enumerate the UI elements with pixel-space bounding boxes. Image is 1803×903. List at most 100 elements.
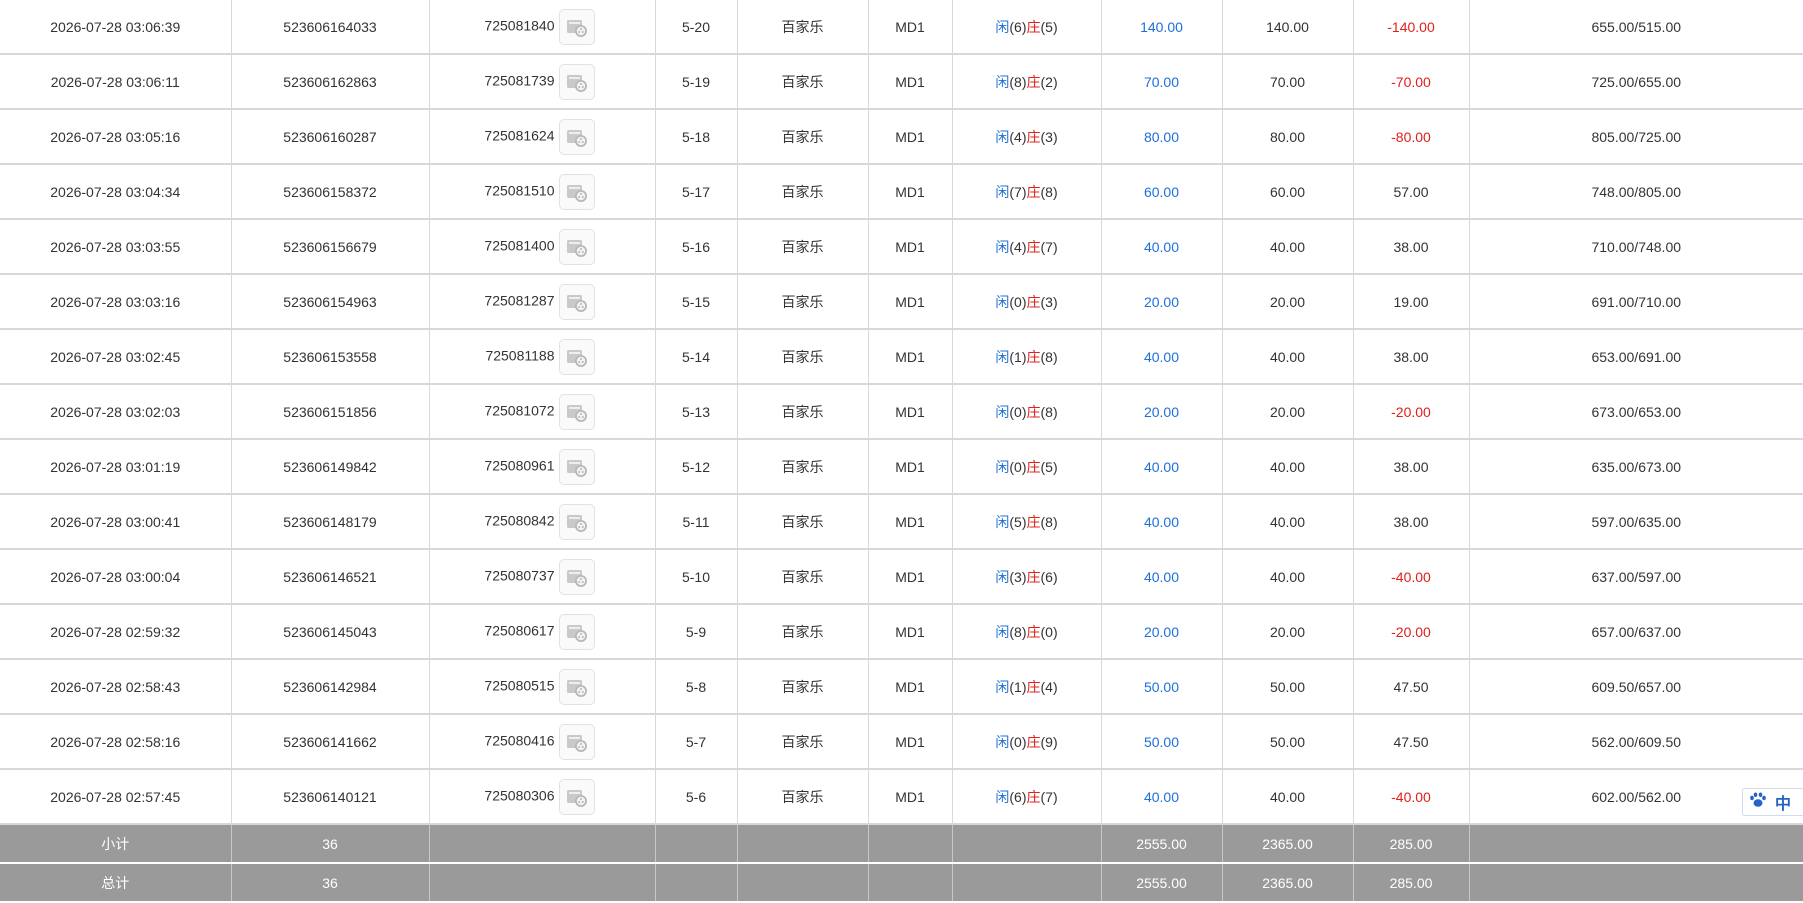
round-id: 725081072 [484,402,555,419]
valid-amount: 40.00 [1221,439,1354,495]
video-replay-icon[interactable] [558,393,595,430]
round-id: 725081840 [484,17,555,34]
win-loss: -140.00 [1352,0,1470,55]
round-cell: 725081188 [428,329,656,385]
bet-time: 2026-07-28 02:58:16 [0,714,232,770]
video-replay-icon[interactable] [558,338,595,375]
win-loss: -40.00 [1352,549,1470,605]
win-loss: -70.00 [1352,54,1470,110]
video-replay-icon[interactable] [558,8,595,45]
win-loss: 38.00 [1352,494,1470,550]
video-replay-icon[interactable] [558,558,595,595]
balance-change: 805.00/725.00 [1468,109,1803,165]
shoe-number: 5-9 [654,604,738,660]
round-cell: 725080842 [428,494,656,550]
subtotal-bet-amount: 2555.00 [1100,824,1223,864]
bet-amount: 20.00 [1100,604,1223,660]
game-result: 闲(8)庄(2) [951,54,1102,110]
round-cell: 725080515 [428,659,656,715]
total-win-loss: 285.00 [1352,863,1470,903]
result-banker-score: (5) [1009,513,1027,530]
table-name: MD1 [867,219,953,275]
result-banker-score: (4) [1009,238,1027,255]
bet-id: 523606141662 [230,714,430,770]
shoe-number: 5-8 [654,659,738,715]
result-player-label: 庄 [1026,403,1041,420]
bet-time: 2026-07-28 03:06:11 [0,54,232,110]
result-banker-label: 闲 [995,18,1010,35]
win-loss: -80.00 [1352,109,1470,165]
game-name: 百家乐 [736,219,869,275]
result-banker-score: (3) [1009,568,1027,585]
bet-time: 2026-07-28 03:01:19 [0,439,232,495]
shoe-number: 5-13 [654,384,738,440]
balance-change: 609.50/657.00 [1468,659,1803,715]
game-name: 百家乐 [736,769,869,825]
video-replay-icon[interactable] [558,448,595,485]
video-replay-icon[interactable] [558,778,595,815]
video-replay-icon[interactable] [558,723,595,760]
win-loss: -40.00 [1352,769,1470,825]
shoe-number: 5-10 [654,549,738,605]
video-replay-icon[interactable] [558,118,595,155]
shoe-number: 5-17 [654,164,738,220]
valid-amount: 20.00 [1221,384,1354,440]
ime-toolbar[interactable]: 中 [1742,788,1803,816]
bet-amount: 40.00 [1100,439,1223,495]
video-replay-icon[interactable] [558,613,595,650]
result-player-score: (0) [1040,623,1058,640]
result-player-label: 庄 [1026,568,1041,585]
result-player-label: 庄 [1026,513,1041,530]
game-name: 百家乐 [736,714,869,770]
shoe-number: 5-18 [654,109,738,165]
bet-id: 523606156679 [230,219,430,275]
video-replay-icon[interactable] [558,503,595,540]
balance-change: 748.00/805.00 [1468,164,1803,220]
result-player-score: (8) [1040,183,1058,200]
result-banker-label: 闲 [995,73,1010,90]
round-cell: 725080617 [428,604,656,660]
video-replay-icon[interactable] [558,283,595,320]
game-result: 闲(6)庄(7) [951,769,1102,825]
table-row: 2026-07-28 03:01:19 523606149842 725080961… [0,439,1803,495]
game-result: 闲(1)庄(4) [951,659,1102,715]
table-row: 2026-07-28 03:00:04 523606146521 725080737… [0,549,1803,605]
round-cell: 725080961 [428,439,656,495]
balance-change: 637.00/597.00 [1468,549,1803,605]
result-banker-score: (0) [1009,403,1027,420]
result-player-score: (6) [1040,568,1058,585]
balance-change: 673.00/653.00 [1468,384,1803,440]
game-result: 闲(4)庄(3) [951,109,1102,165]
result-banker-score: (0) [1009,293,1027,310]
video-replay-icon[interactable] [558,173,595,210]
video-replay-icon[interactable] [558,228,595,265]
win-loss: 47.50 [1352,659,1470,715]
result-banker-label: 闲 [995,513,1010,530]
game-name: 百家乐 [736,54,869,110]
bet-id: 523606151856 [230,384,430,440]
result-banker-score: (1) [1009,678,1027,695]
video-replay-icon[interactable] [558,668,595,705]
bet-id: 523606154963 [230,274,430,330]
bet-time: 2026-07-28 03:05:16 [0,109,232,165]
result-banker-label: 闲 [995,403,1010,420]
result-player-label: 庄 [1026,238,1041,255]
subtotal-label: 小计 [0,824,232,864]
shoe-number: 5-19 [654,54,738,110]
table-row: 2026-07-28 03:06:11 523606162863 725081739… [0,54,1803,110]
bet-amount: 140.00 [1100,0,1223,55]
game-result: 闲(0)庄(8) [951,384,1102,440]
result-banker-label: 闲 [995,623,1010,640]
round-cell: 725081072 [428,384,656,440]
video-replay-icon[interactable] [558,63,595,100]
ime-mode-label[interactable]: 中 [1775,790,1791,814]
shoe-number: 5-6 [654,769,738,825]
result-banker-score: (4) [1009,128,1027,145]
balance-change: 655.00/515.00 [1468,0,1803,55]
total-label: 总计 [0,863,232,903]
round-id: 725081510 [484,182,555,199]
result-banker-label: 闲 [995,568,1010,585]
valid-amount: 40.00 [1221,329,1354,385]
paw-icon [1749,792,1767,813]
result-player-score: (8) [1040,403,1058,420]
